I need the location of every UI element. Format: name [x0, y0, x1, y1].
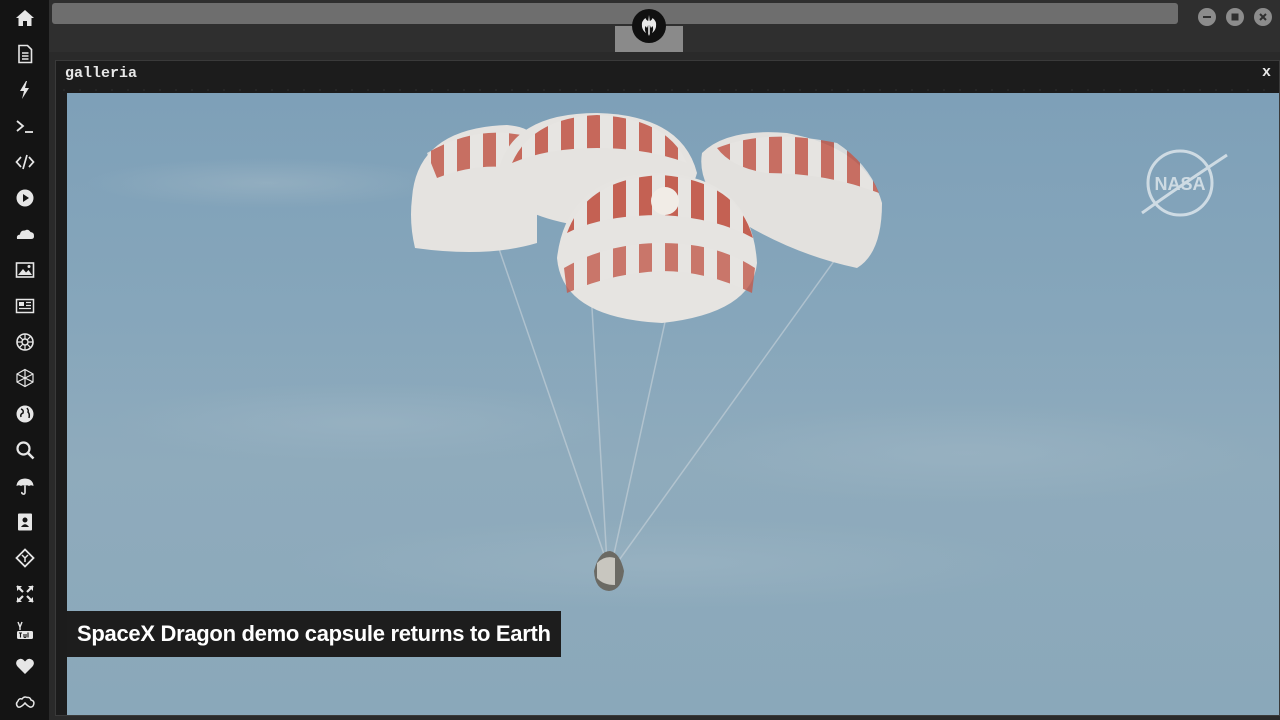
- image-caption: SpaceX Dragon demo capsule returns to Ea…: [67, 611, 561, 657]
- top-bar: [49, 0, 1280, 52]
- maximize-button[interactable]: [1226, 8, 1244, 26]
- terminal-icon[interactable]: [12, 113, 38, 139]
- address-bar[interactable]: [52, 3, 1178, 24]
- empire-icon[interactable]: [12, 329, 38, 355]
- heart-icon[interactable]: [12, 653, 38, 679]
- image-icon[interactable]: [12, 257, 38, 283]
- caption-text: SpaceX Dragon demo capsule returns to Ea…: [77, 621, 551, 646]
- window-close-button[interactable]: x: [1262, 64, 1271, 81]
- expand-icon[interactable]: [12, 581, 38, 607]
- galleria-window: galleria x NASA SpaceX Dragon demo capsu…: [55, 60, 1280, 716]
- home-icon[interactable]: [12, 5, 38, 31]
- cloud-icon[interactable]: [12, 221, 38, 247]
- play-icon[interactable]: [12, 185, 38, 211]
- nasa-watermark: NASA: [1141, 149, 1228, 217]
- minimize-icon: [1203, 16, 1211, 18]
- svg-text:NASA: NASA: [1154, 174, 1205, 194]
- code-icon[interactable]: [12, 149, 38, 175]
- rebel-alliance-icon[interactable]: [632, 9, 666, 43]
- parachute-front: [557, 173, 757, 323]
- close-icon: [1259, 13, 1267, 21]
- infinity-cloud-icon[interactable]: [12, 689, 38, 715]
- newspaper-icon[interactable]: [12, 293, 38, 319]
- contact-book-icon[interactable]: [12, 509, 38, 535]
- maximize-icon: [1231, 13, 1239, 21]
- minimize-button[interactable]: [1198, 8, 1216, 26]
- gallery-image[interactable]: NASA SpaceX Dragon demo capsule returns …: [67, 93, 1279, 715]
- close-window-button[interactable]: [1254, 8, 1272, 26]
- lightning-icon[interactable]: [12, 77, 38, 103]
- sidebar: [0, 0, 49, 720]
- network-icon[interactable]: [12, 365, 38, 391]
- umbrella-icon[interactable]: [12, 473, 38, 499]
- search-icon[interactable]: [12, 437, 38, 463]
- globe-icon[interactable]: [12, 401, 38, 427]
- youtube-icon[interactable]: [12, 617, 38, 643]
- window-title: galleria: [65, 65, 138, 82]
- document-icon[interactable]: [12, 41, 38, 67]
- git-icon[interactable]: [12, 545, 38, 571]
